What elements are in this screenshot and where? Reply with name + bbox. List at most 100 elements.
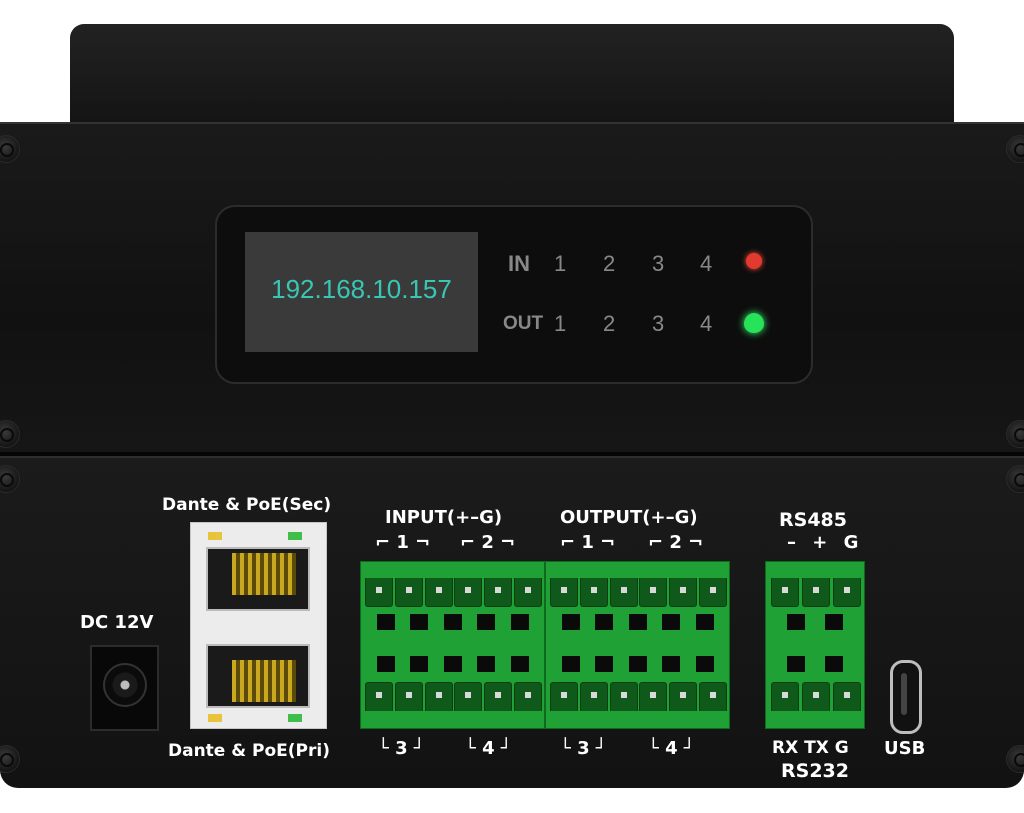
output-group-3-number: 3: [577, 738, 590, 759]
output-group-3-label: └ 3 ┘: [560, 738, 607, 759]
terminal-pin-slot[interactable]: [833, 682, 861, 711]
terminal-pin-slot[interactable]: [802, 682, 830, 711]
in-channel-2: 2: [603, 251, 616, 276]
terminal-screw-icon: [628, 614, 647, 630]
input-group-1-label: ⌐ 1 ¬: [375, 532, 431, 553]
terminal-screw-icon: [786, 656, 805, 672]
input-group-2-number: 2: [481, 532, 494, 553]
output-title: OUTPUT(+–G): [560, 507, 698, 528]
input-status-led: [746, 253, 762, 269]
rj45-pins-icon: [232, 660, 296, 702]
output-group-2-number: 2: [669, 532, 682, 553]
terminal-pin-slot[interactable]: [669, 578, 698, 607]
out-channel-4: 4: [700, 311, 713, 336]
terminal-pin-slot[interactable]: [579, 578, 608, 607]
rs485-label: RS485: [779, 509, 847, 531]
terminal-pin-slot[interactable]: [424, 578, 453, 607]
terminal-pin-slot[interactable]: [802, 578, 830, 607]
input-group-4-number: 4: [482, 738, 495, 759]
terminal-pin-slot[interactable]: [484, 682, 513, 711]
terminal-pin-slot[interactable]: [424, 682, 453, 711]
terminal-pin-slot[interactable]: [394, 682, 423, 711]
terminal-pin-slot[interactable]: [549, 578, 578, 607]
terminal-screw-icon: [595, 656, 613, 672]
output-group-4-label: └ 4 ┘: [648, 738, 695, 759]
out-channel-3: 3: [652, 311, 665, 336]
terminal-pin-slot[interactable]: [364, 682, 393, 711]
input-title: INPUT(+–G): [385, 507, 503, 528]
terminal-pin-slot[interactable]: [579, 682, 608, 711]
terminal-pin-slot[interactable]: [699, 578, 728, 607]
terminal-pin-slot[interactable]: [639, 682, 668, 711]
terminal-pin-slot[interactable]: [771, 682, 799, 711]
dante-pri-label: Dante & PoE(Pri): [168, 741, 330, 761]
link-led-yellow: [208, 714, 222, 722]
in-channel-1: 1: [554, 251, 567, 276]
dante-sec-label: Dante & PoE(Sec): [162, 495, 332, 515]
rs485-pin-labels: – + G: [787, 532, 859, 553]
terminal-screw-icon: [477, 614, 495, 630]
link-led-yellow: [208, 532, 222, 540]
output-status-led: [744, 313, 764, 333]
terminal-pin-slot[interactable]: [514, 682, 543, 711]
terminal-screw-icon: [595, 614, 613, 630]
terminal-pin-slot[interactable]: [639, 578, 668, 607]
terminal-screw-icon: [628, 656, 647, 672]
dante-sec-port[interactable]: [206, 547, 310, 611]
terminal-screw-icon: [825, 614, 844, 630]
input-terminal-block[interactable]: [360, 561, 545, 729]
terminal-pin-slot[interactable]: [609, 682, 638, 711]
out-label: OUT: [503, 313, 544, 334]
terminal-screw-icon: [376, 656, 395, 672]
input-group-1-number: 1: [396, 532, 409, 553]
output-group-2-label: ⌐ 2 ¬: [648, 532, 704, 553]
terminal-screw-icon: [443, 656, 462, 672]
input-group-3-number: 3: [395, 738, 408, 759]
terminal-screw-icon: [662, 614, 680, 630]
link-led-green: [288, 714, 302, 722]
usb-label: USB: [884, 738, 926, 759]
terminal-screw-icon: [786, 614, 805, 630]
dc-label: DC 12V: [80, 612, 154, 633]
terminal-pin-slot[interactable]: [454, 682, 483, 711]
terminal-pin-slot[interactable]: [484, 578, 513, 607]
terminal-pin-slot[interactable]: [394, 578, 423, 607]
terminal-pin-slot[interactable]: [364, 578, 393, 607]
output-group-4-number: 4: [665, 738, 678, 759]
in-label: IN: [508, 251, 530, 276]
terminal-screw-icon: [410, 656, 428, 672]
link-led-green: [288, 532, 302, 540]
terminal-pin-slot[interactable]: [549, 682, 578, 711]
input-group-2-label: ⌐ 2 ¬: [460, 532, 516, 553]
input-group-4-label: └ 4 ┘: [465, 738, 512, 759]
terminal-screw-icon: [662, 656, 680, 672]
terminal-screw-icon: [561, 614, 580, 630]
ip-address-readout: 192.168.10.157: [271, 274, 452, 304]
terminal-screw-icon: [825, 656, 844, 672]
terminal-screw-icon: [695, 614, 714, 630]
terminal-screw-icon: [510, 614, 529, 630]
rs485-rs232-terminal-block[interactable]: [765, 561, 865, 729]
device-top-plate: [70, 24, 954, 124]
terminal-pin-slot[interactable]: [669, 682, 698, 711]
output-terminal-block[interactable]: [545, 561, 730, 729]
terminal-pin-slot[interactable]: [771, 578, 799, 607]
usb-c-port[interactable]: [890, 660, 922, 734]
terminal-screw-icon: [477, 656, 495, 672]
in-channel-4: 4: [700, 251, 713, 276]
terminal-screw-icon: [410, 614, 428, 630]
in-channel-3: 3: [652, 251, 665, 276]
rs232-label: RS232: [781, 760, 849, 782]
terminal-pin-slot[interactable]: [454, 578, 483, 607]
dante-pri-port[interactable]: [206, 644, 310, 708]
terminal-pin-slot[interactable]: [514, 578, 543, 607]
output-group-1-number: 1: [581, 532, 594, 553]
terminal-screw-icon: [376, 614, 395, 630]
input-group-3-label: └ 3 ┘: [378, 738, 425, 759]
terminal-pin-slot[interactable]: [833, 578, 861, 607]
terminal-pin-slot[interactable]: [699, 682, 728, 711]
output-group-1-label: ⌐ 1 ¬: [560, 532, 616, 553]
terminal-pin-slot[interactable]: [609, 578, 638, 607]
out-channel-2: 2: [603, 311, 616, 336]
terminal-screw-icon: [443, 614, 462, 630]
